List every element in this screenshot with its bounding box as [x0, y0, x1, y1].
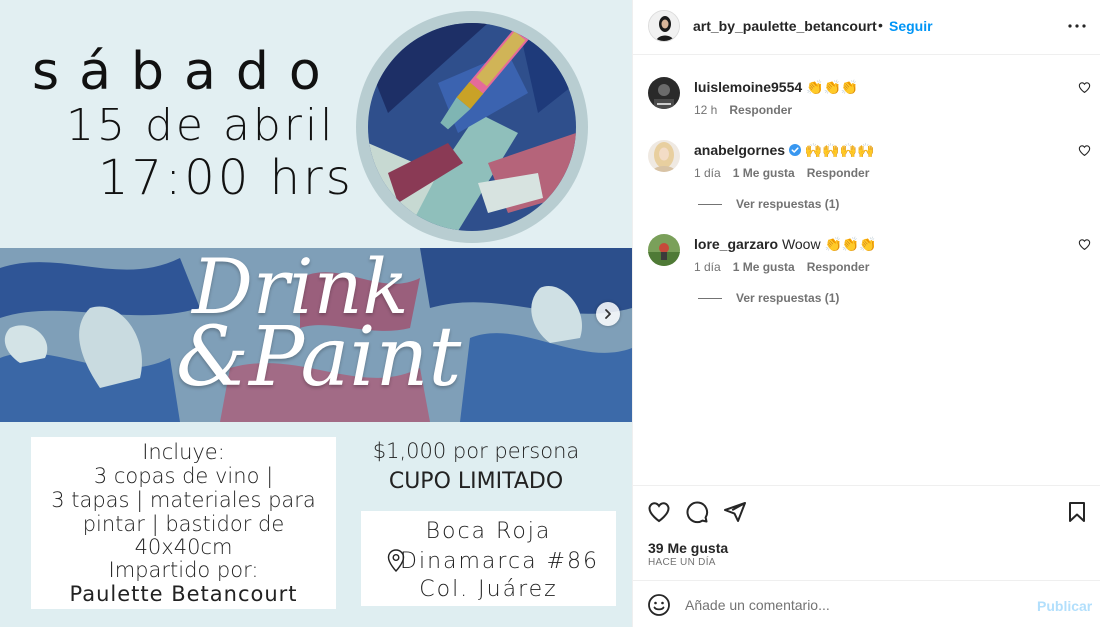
- venue-address: Dinamarca #86: [361, 549, 616, 574]
- commenter-username[interactable]: lore_garzaro: [694, 236, 778, 252]
- commenter-avatar[interactable]: [648, 140, 680, 172]
- includes-line: 40x40cm: [134, 535, 233, 559]
- comment-body: 👏👏👏: [806, 79, 859, 95]
- reply-button[interactable]: Responder: [807, 260, 870, 274]
- comment-time: 1 día: [694, 260, 721, 274]
- event-date: 15 de abril: [66, 100, 336, 151]
- comment-input[interactable]: [685, 593, 1025, 617]
- comment-time: 12 h: [694, 103, 718, 117]
- title-banner: Drink &Paint: [0, 248, 632, 422]
- heart-icon[interactable]: [1078, 81, 1091, 94]
- comment-text: anabelgornes 🙌🙌🙌🙌: [694, 142, 875, 159]
- includes-line: pintar | bastidor de: [82, 512, 285, 536]
- post-image[interactable]: sábado 15 de abril 17:00 hrs Drink &Pain…: [0, 0, 632, 627]
- includes-line: 3 copas de vino |: [93, 464, 274, 488]
- event-time: 17:00 hrs: [98, 150, 354, 206]
- address-text: Dinamarca #86: [400, 549, 599, 574]
- chevron-right-icon: [605, 309, 611, 319]
- comment-body: 🙌🙌🙌🙌: [804, 142, 875, 158]
- replies-line: [698, 204, 722, 206]
- title-paint: &Paint: [176, 310, 462, 405]
- next-image-button[interactable]: [596, 302, 620, 326]
- post-timestamp: HACE UN DÍA: [648, 557, 716, 568]
- header-separator: •: [878, 17, 883, 33]
- verified-badge-icon: [788, 144, 801, 156]
- reply-button[interactable]: Responder: [729, 103, 792, 117]
- capacity-text: CUPO LIMITADO: [388, 469, 564, 494]
- publish-button[interactable]: Publicar: [1037, 598, 1092, 614]
- commenter-username[interactable]: luislemoine9554: [694, 79, 802, 95]
- share-icon[interactable]: [723, 500, 747, 524]
- commenter-username[interactable]: anabelgornes: [694, 142, 785, 158]
- more-options-icon[interactable]: [1065, 16, 1089, 36]
- comment-text: lore_garzaro Woow 👏👏👏: [694, 236, 877, 253]
- view-replies-label: Ver respuestas (1): [736, 197, 840, 211]
- author-avatar[interactable]: [648, 10, 680, 42]
- comment-likes[interactable]: 1 Me gusta: [733, 260, 795, 274]
- likes-count[interactable]: 39 Me gusta: [648, 540, 728, 556]
- comment-text: luislemoine9554 👏👏👏: [694, 79, 858, 96]
- comment-icon[interactable]: [685, 500, 709, 524]
- price-text: $1,000 por persona: [372, 439, 580, 463]
- painting-photo: [368, 23, 576, 231]
- venue-colonia: Col. Juárez: [419, 577, 558, 602]
- author-username[interactable]: art_by_paulette_betancourt: [693, 18, 877, 34]
- comment-time: 1 día: [694, 166, 721, 180]
- commenter-avatar[interactable]: [648, 234, 680, 266]
- includes-line: 3 tapas | materiales para: [51, 488, 316, 512]
- includes-line: Impartido por:: [108, 558, 259, 582]
- reply-button[interactable]: Responder: [807, 166, 870, 180]
- replies-line: [698, 298, 722, 300]
- commenter-avatar[interactable]: [648, 77, 680, 109]
- comment-meta: 12 h Responder: [694, 103, 804, 117]
- post-sidebar: art_by_paulette_betancourt • Seguir luis…: [632, 0, 1100, 627]
- view-replies-label: Ver respuestas (1): [736, 291, 840, 305]
- includes-box: Incluye: 3 copas de vino | 3 tapas | mat…: [31, 437, 336, 609]
- follow-button[interactable]: Seguir: [889, 18, 933, 34]
- heart-icon[interactable]: [647, 500, 671, 524]
- location-pin-icon: [387, 549, 405, 573]
- bookmark-icon[interactable]: [1065, 500, 1089, 524]
- heart-icon[interactable]: [1078, 238, 1091, 251]
- comment-meta: 1 día 1 Me gusta Responder: [694, 260, 881, 274]
- teacher-name: Paulette Betancourt: [69, 582, 298, 606]
- includes-line: Incluye:: [142, 440, 225, 464]
- emoji-icon[interactable]: [647, 593, 671, 617]
- comment-composer: Publicar: [633, 580, 1100, 627]
- painting-circle: [356, 11, 588, 243]
- post-actions: 39 Me gusta HACE UN DÍA: [633, 485, 1100, 580]
- venue-box: Boca Roja Dinamarca #86 Col. Juárez: [361, 511, 616, 606]
- event-day: sábado: [32, 42, 341, 102]
- date-block: sábado 15 de abril 17:00 hrs: [0, 0, 632, 248]
- comment-meta: 1 día 1 Me gusta Responder: [694, 166, 881, 180]
- post-header: art_by_paulette_betancourt • Seguir: [633, 0, 1100, 55]
- view-replies-button[interactable]: Ver respuestas (1): [698, 291, 839, 305]
- comment-likes[interactable]: 1 Me gusta: [733, 166, 795, 180]
- comment-body: Woow 👏👏👏: [781, 236, 877, 252]
- view-replies-button[interactable]: Ver respuestas (1): [698, 197, 839, 211]
- heart-icon[interactable]: [1078, 144, 1091, 157]
- venue-name: Boca Roja: [425, 519, 552, 544]
